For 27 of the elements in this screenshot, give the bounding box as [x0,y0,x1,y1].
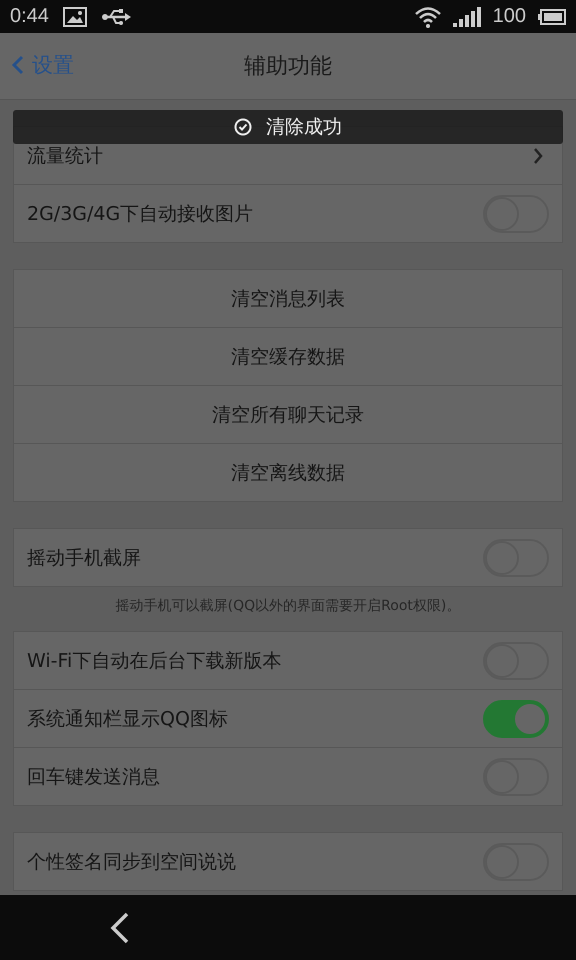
chevron-right-icon [533,146,543,164]
signal-icon [452,6,481,26]
usb-icon [100,8,131,26]
row-label: 摇动手机截屏 [27,546,141,570]
footnote-text: 摇动手机可以截屏(QQ以外的界面需要开启Root权限)。 [114,597,462,615]
back-chevron-icon [110,912,130,944]
row-label: 流量统计 [27,144,103,168]
row-label: 系统通知栏显示QQ图标 [27,706,228,732]
toggle-switch[interactable] [483,700,549,738]
back-chevron-icon [12,55,24,75]
page-title: 辅助功能 [244,53,332,81]
row-label: 2G/3G/4G下自动接收图片 [27,202,254,226]
row-label: 回车键发送消息 [27,764,160,790]
status-time: 0:44 [10,5,49,28]
check-circle-icon [234,118,252,136]
image-icon [62,6,87,26]
action-button[interactable]: 清空消息列表 [14,270,562,327]
action-button[interactable]: 清空离线数据 [14,443,562,501]
row-label: 个性签名同步到空间说说 [27,850,236,874]
battery-icon [538,8,566,24]
toast-text: 清除成功 [266,115,342,140]
system-back-button[interactable] [110,912,130,944]
battery-level: 100 [492,5,526,28]
wifi-icon [414,6,441,28]
action-button[interactable]: 清空缓存数据 [14,327,562,385]
action-button[interactable]: 清空所有聊天记录 [14,385,562,443]
row-label: Wi-Fi下自动在后台下载新版本 [27,648,282,674]
